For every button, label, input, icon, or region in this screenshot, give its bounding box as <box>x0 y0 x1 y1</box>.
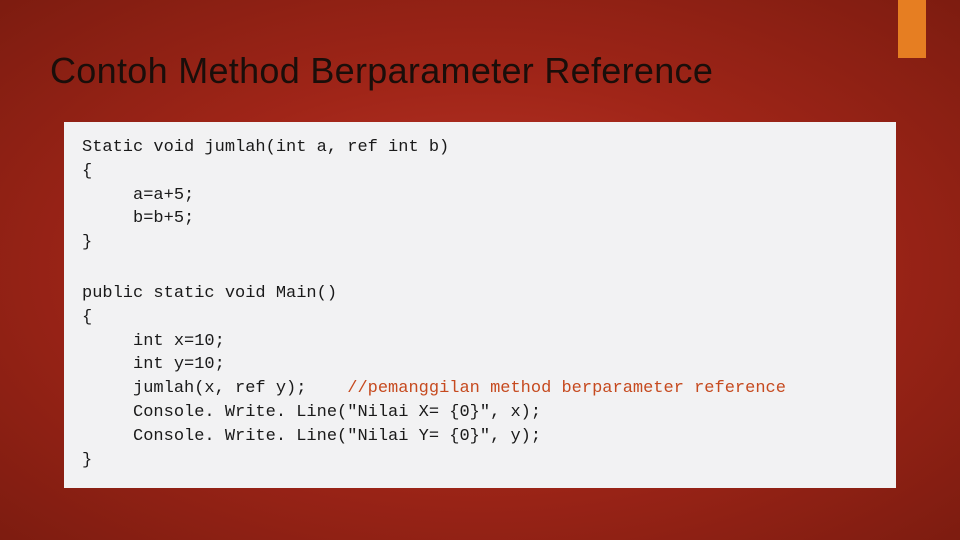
code-line: } <box>82 451 92 470</box>
code-block-main: public static void Main() { int x=10; in… <box>64 268 896 488</box>
slide-title: Contoh Method Berparameter Reference <box>50 50 713 92</box>
code-line: { <box>82 162 92 181</box>
code-line: jumlah(x, ref y); <box>82 379 347 398</box>
code-line: Console. Write. Line("Nilai X= {0}", x); <box>82 403 541 422</box>
code-line: int x=10; <box>82 332 225 351</box>
code-line: a=a+5; <box>82 186 194 205</box>
code-line: public static void Main() <box>82 284 337 303</box>
code-line: int y=10; <box>82 355 225 374</box>
code-line: } <box>82 233 92 252</box>
code-comment: //pemanggilan method berparameter refere… <box>347 379 786 398</box>
code-line: Console. Write. Line("Nilai Y= {0}", y); <box>82 427 541 446</box>
accent-bar <box>898 0 926 58</box>
code-line: Static void jumlah(int a, ref int b) <box>82 138 449 157</box>
code-line: b=b+5; <box>82 209 194 228</box>
code-line: { <box>82 308 92 327</box>
code-block-method: Static void jumlah(int a, ref int b) { a… <box>64 122 896 271</box>
